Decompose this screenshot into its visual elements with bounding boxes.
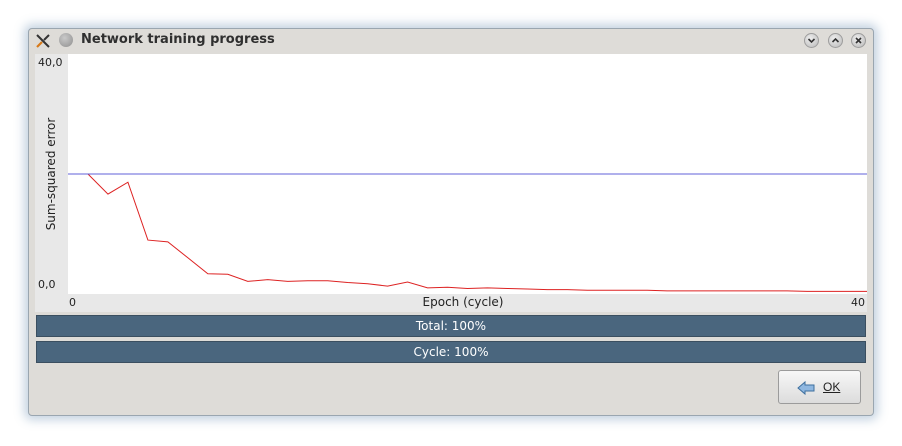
ok-button[interactable]: OK — [778, 370, 861, 404]
total-progress-bar: Total: 100% — [36, 315, 866, 337]
x-tick-min: 0 — [69, 296, 76, 309]
y-axis-label: Sum-squared error — [44, 117, 58, 231]
x-axis: 0 Epoch (cycle) 40 — [35, 294, 867, 312]
y-tick-max: 40,0 — [38, 56, 63, 69]
x-tick-max: 40 — [851, 296, 865, 309]
back-arrow-icon — [797, 380, 817, 399]
cycle-progress-bar: Cycle: 100% — [36, 341, 866, 363]
close-icon[interactable] — [851, 33, 866, 48]
y-tick-min: 0,0 — [38, 278, 56, 291]
series-line-0 — [68, 173, 867, 292]
x-axis-label: Epoch (cycle) — [422, 295, 504, 309]
total-progress-text: Total: 100% — [415, 319, 487, 333]
cycle-progress-text: Cycle: 100% — [413, 345, 489, 359]
title-bar[interactable]: Network training progress — [29, 29, 873, 53]
minimize-icon[interactable] — [804, 33, 819, 48]
training-progress-dialog: Network training progress 40,0 0,0 Sum-s… — [28, 28, 874, 416]
ok-label: OK — [823, 380, 841, 394]
kde-logo-icon[interactable] — [35, 33, 51, 49]
on-all-desktops-icon[interactable] — [59, 33, 73, 47]
error-chart — [68, 173, 867, 292]
error-plot: 40,0 0,0 Sum-squared error 0 Epoch (cycl… — [35, 54, 867, 312]
maximize-icon[interactable] — [828, 33, 843, 48]
window-title: Network training progress — [81, 32, 275, 47]
